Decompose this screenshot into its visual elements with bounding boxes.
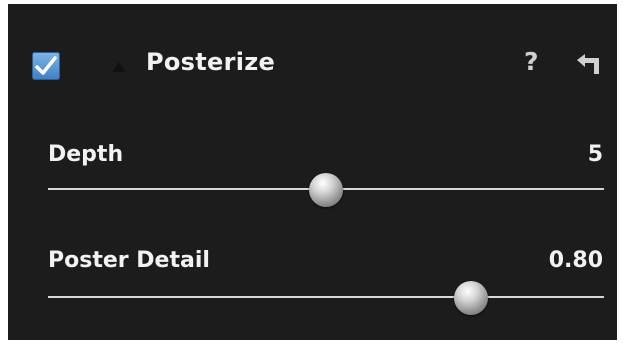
posterize-panel: Posterize ? Depth 5 Poster Detail 0.80 — [8, 4, 617, 340]
depth-value: 5 — [587, 142, 603, 167]
checkmark-icon — [35, 56, 57, 75]
reset-arrow-icon[interactable] — [575, 54, 603, 76]
poster-detail-slider-thumb[interactable] — [453, 281, 488, 315]
disclosure-triangle-icon[interactable] — [112, 62, 126, 72]
question-mark-icon[interactable]: ? — [524, 47, 539, 76]
enable-checkbox[interactable] — [32, 52, 60, 80]
panel-title: Posterize — [146, 48, 276, 76]
poster-detail-value: 0.80 — [548, 248, 603, 273]
depth-slider-thumb[interactable] — [309, 173, 343, 207]
panel-header: Posterize ? — [8, 4, 617, 126]
poster-detail-label: Poster Detail — [48, 248, 210, 273]
poster-detail-slider-track[interactable] — [48, 296, 604, 298]
depth-label: Depth — [48, 142, 124, 167]
